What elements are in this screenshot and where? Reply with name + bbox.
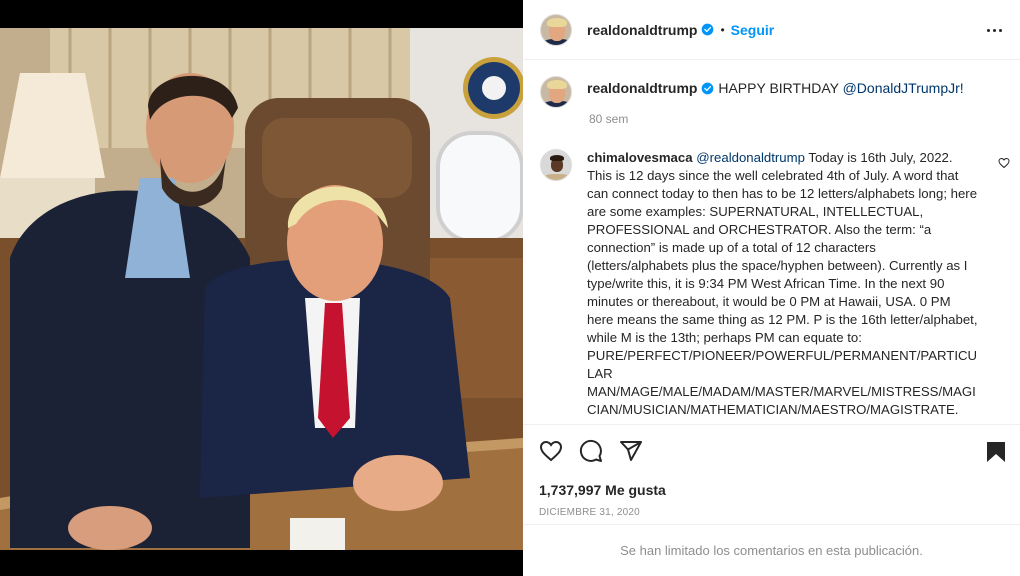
- heart-icon[interactable]: [539, 439, 563, 463]
- author-username[interactable]: realdonaldtrump: [587, 22, 697, 38]
- heart-small-icon[interactable]: [998, 157, 1010, 169]
- comment-body: chimalovesmaca @realdonaldtrump Today is…: [587, 149, 979, 419]
- caption-username[interactable]: realdonaldtrump: [587, 80, 697, 96]
- post-header: realdonaldtrump • Seguir: [523, 0, 1020, 60]
- caption-author-avatar[interactable]: [540, 76, 572, 108]
- caption-text: realdonaldtrump HAPPY BIRTHDAY @DonaldJT…: [587, 76, 964, 108]
- share-icon[interactable]: [619, 439, 643, 463]
- post-photo-illustration: [0, 28, 523, 550]
- post-date[interactable]: DICIEMBRE 31, 2020: [539, 507, 640, 518]
- verified-badge-icon: [702, 82, 714, 95]
- likes-count[interactable]: 1,737,997 Me gusta: [539, 482, 666, 498]
- post-caption: realdonaldtrump HAPPY BIRTHDAY @DonaldJT…: [540, 76, 1000, 126]
- follow-button[interactable]: Seguir: [731, 22, 775, 38]
- comments-limited-notice: Se han limitado los comentarios en esta …: [523, 524, 1020, 576]
- bookmark-icon[interactable]: [985, 440, 1007, 464]
- post-photo[interactable]: [0, 28, 523, 550]
- comment-item: chimalovesmaca @realdonaldtrump Today is…: [540, 149, 1010, 419]
- post-sidebar: realdonaldtrump • Seguir realdonaldtrump…: [523, 0, 1020, 576]
- separator-dot: •: [720, 22, 725, 37]
- comment-text: Today is 16th July, 2022. This is 12 day…: [587, 150, 978, 417]
- photo-pane: [0, 0, 523, 576]
- caption-timestamp[interactable]: 80 sem: [589, 112, 628, 126]
- commenter-username[interactable]: chimalovesmaca: [587, 150, 693, 165]
- verified-badge-icon: [702, 23, 714, 36]
- caption-body: HAPPY BIRTHDAY: [718, 80, 843, 96]
- comment-icon[interactable]: [579, 439, 603, 463]
- more-options-icon[interactable]: [984, 20, 1004, 40]
- comment-mention-link[interactable]: @realdonaldtrump: [696, 150, 805, 165]
- post-actions: 1,737,997 Me gusta DICIEMBRE 31, 2020: [523, 424, 1020, 524]
- commenter-avatar[interactable]: [540, 149, 572, 181]
- author-avatar[interactable]: [540, 13, 572, 46]
- caption-mention-link[interactable]: @DonaldJTrumpJr!: [843, 80, 964, 96]
